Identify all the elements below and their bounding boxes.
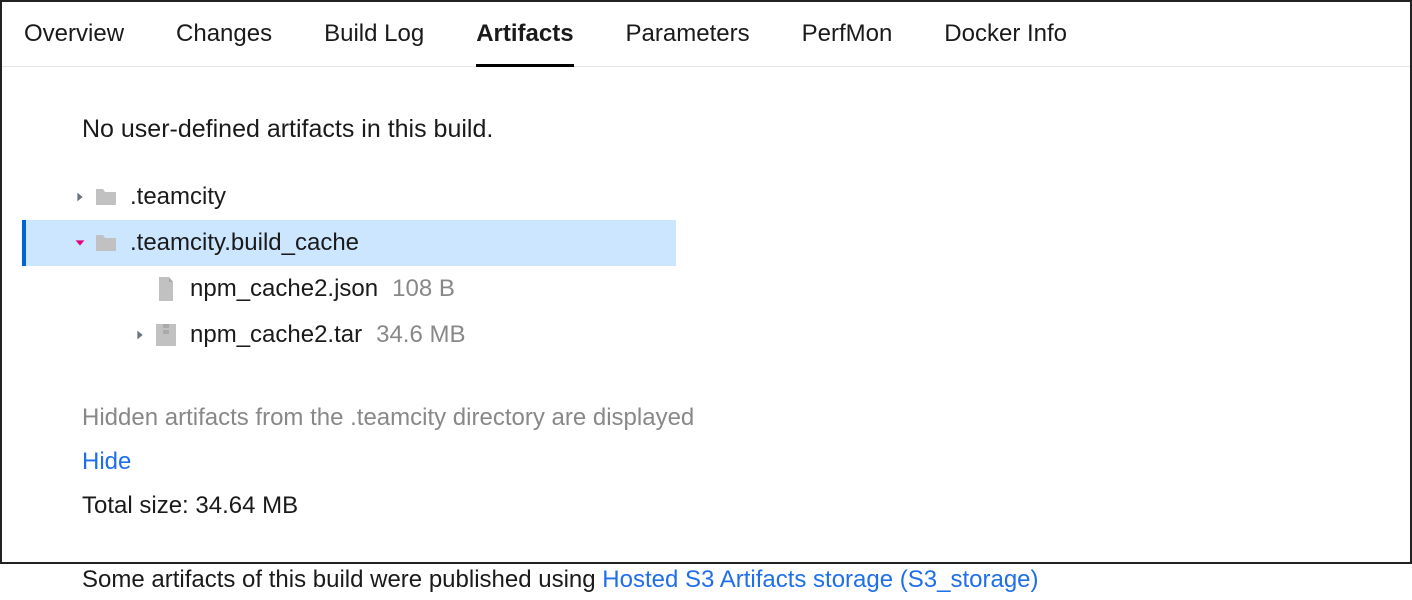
tabs-bar: Overview Changes Build Log Artifacts Par… [2, 2, 1410, 67]
tree-size: 108 B [392, 275, 455, 303]
chevron-down-icon[interactable] [68, 236, 92, 250]
tab-perfmon[interactable]: PerfMon [802, 20, 893, 66]
chevron-right-icon[interactable] [68, 190, 92, 204]
publish-note: Some artifacts of this build were publis… [82, 560, 1410, 600]
tree-size: 34.6 MB [376, 321, 465, 349]
hide-link[interactable]: Hide [82, 442, 1410, 482]
artifacts-tree: .teamcity .teamcity.build_cache npm_cach… [22, 174, 1410, 358]
tab-docker-info[interactable]: Docker Info [944, 20, 1067, 66]
chevron-right-icon[interactable] [128, 328, 152, 342]
tree-row-build-cache[interactable]: .teamcity.build_cache [22, 220, 676, 266]
tab-artifacts[interactable]: Artifacts [476, 20, 573, 66]
tree-label: npm_cache2.tar [190, 321, 362, 349]
total-size: Total size: 34.64 MB [82, 486, 1410, 526]
file-icon [152, 276, 180, 302]
tree-label: npm_cache2.json [190, 275, 378, 303]
folder-icon [92, 233, 120, 253]
no-artifacts-message: No user-defined artifacts in this build. [82, 115, 1410, 144]
tree-label: .teamcity [130, 183, 226, 211]
tree-row-teamcity[interactable]: .teamcity [22, 174, 1410, 220]
folder-icon [92, 187, 120, 207]
artifacts-content: No user-defined artifacts in this build.… [2, 67, 1410, 600]
tab-changes[interactable]: Changes [176, 20, 272, 66]
tab-overview[interactable]: Overview [24, 20, 124, 66]
tab-build-log[interactable]: Build Log [324, 20, 424, 66]
artifacts-footer: Hidden artifacts from the .teamcity dire… [82, 398, 1410, 600]
tree-label: .teamcity.build_cache [130, 229, 359, 257]
tree-row-tar[interactable]: npm_cache2.tar 34.6 MB [22, 312, 1410, 358]
tree-row-json[interactable]: npm_cache2.json 108 B [22, 266, 1410, 312]
archive-icon [152, 323, 180, 347]
storage-link[interactable]: Hosted S3 Artifacts storage (S3_storage) [602, 566, 1038, 593]
publish-prefix: Some artifacts of this build were publis… [82, 566, 602, 593]
hidden-artifacts-note: Hidden artifacts from the .teamcity dire… [82, 398, 1410, 438]
tab-parameters[interactable]: Parameters [626, 20, 750, 66]
